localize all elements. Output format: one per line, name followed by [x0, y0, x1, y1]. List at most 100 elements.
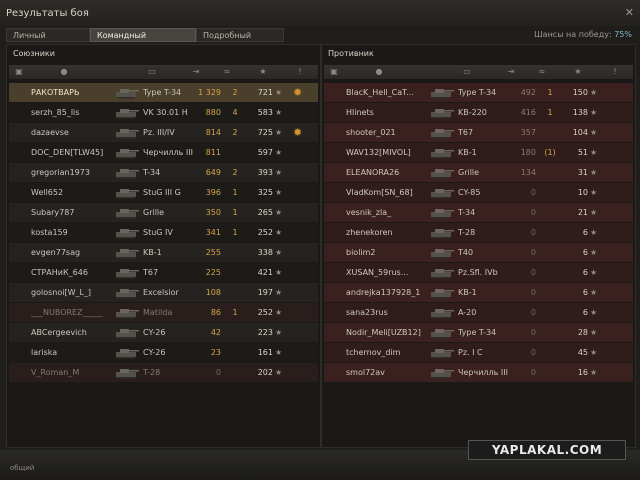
- player-name[interactable]: Subary787: [31, 203, 111, 222]
- xp-star-icon: ★: [275, 108, 283, 117]
- enemies-table-row[interactable]: tchernov_dim Pz. I C 0 45 ★: [324, 343, 633, 362]
- enemies-table-row[interactable]: Hlinets KB-220 416 1 138 ★: [324, 103, 633, 122]
- player-name[interactable]: kosta159: [31, 223, 111, 242]
- tank-icon[interactable]: ▭: [137, 65, 167, 79]
- medal-icon[interactable]: !: [293, 65, 307, 79]
- platoon-icon[interactable]: ▣: [324, 65, 344, 79]
- close-icon[interactable]: ✕: [625, 6, 634, 19]
- xp-star-icon: ★: [275, 288, 283, 297]
- tab-detailed-report[interactable]: Подробный отчёт: [196, 28, 284, 54]
- enemies-table-row[interactable]: shooter_021 T67 357 104 ★: [324, 123, 633, 142]
- enemies-table-row[interactable]: vesnik_zla_ T-34 0 21 ★: [324, 203, 633, 222]
- allies-table-row[interactable]: golosnoi[W_L_] Excelsior 108 197 ★: [9, 283, 318, 302]
- platoon-icon[interactable]: ▣: [9, 65, 29, 79]
- player-name[interactable]: dazaevse: [31, 123, 111, 142]
- player-name[interactable]: zhenekoren: [346, 223, 426, 242]
- xp-star-icon[interactable]: ★: [253, 65, 273, 79]
- allies-table-row[interactable]: РАКОТВАРЬ Type T-34 1 329 2 721 ★ ✹: [9, 83, 318, 102]
- tank-icon[interactable]: ▭: [452, 65, 482, 79]
- player-name[interactable]: Hlinets: [346, 103, 426, 122]
- enemies-table-row[interactable]: XUSAN_59rus... Pz.Sfl. IVb 0 6 ★: [324, 263, 633, 282]
- player-name[interactable]: Well652: [31, 183, 111, 202]
- enemies-table-row[interactable]: biolim2 T40 0 6 ★: [324, 243, 633, 262]
- player-name[interactable]: ABCergeevich: [31, 323, 111, 342]
- player-name[interactable]: VladKom[SN_68]: [346, 183, 426, 202]
- allies-table-row[interactable]: Well652 StuG III G 396 1 325 ★: [9, 183, 318, 202]
- player-name[interactable]: XUSAN_59rus...: [346, 263, 426, 282]
- player-name[interactable]: evgen77sag: [31, 243, 111, 262]
- kills-value: 1: [232, 228, 238, 237]
- allies-table-row[interactable]: evgen77sag KB-1 255 338 ★: [9, 243, 318, 262]
- player-name[interactable]: WAV132[MIVOL]: [346, 143, 426, 162]
- tab-team-result[interactable]: Командный результат: [90, 28, 196, 54]
- kills-value: 2: [232, 88, 238, 97]
- player-name[interactable]: vesnik_zla_: [346, 203, 426, 222]
- enemies-table-row[interactable]: zhenekoren T-28 0 6 ★: [324, 223, 633, 242]
- player-name[interactable]: biolim2: [346, 243, 426, 262]
- allies-table-row[interactable]: serzh_85_lis VK 30.01 H 880 4 583 ★: [9, 103, 318, 122]
- xp-star-icon: ★: [275, 228, 283, 237]
- medal-icon[interactable]: ✹: [293, 83, 305, 102]
- player-name[interactable]: gregorian1973: [31, 163, 111, 182]
- player-name[interactable]: serzh_85_lis: [31, 103, 111, 122]
- enemies-table-row[interactable]: sana23rus A-20 0 6 ★: [324, 303, 633, 322]
- medal-icon[interactable]: !: [608, 65, 622, 79]
- player-name[interactable]: sana23rus: [346, 303, 426, 322]
- xp-value: 21: [577, 208, 588, 217]
- player-name[interactable]: ELEANORA26: [346, 163, 426, 182]
- allies-table-row[interactable]: gregorian1973 T-34 649 2 393 ★: [9, 163, 318, 182]
- tab-personal-result[interactable]: Личный результат: [6, 28, 90, 54]
- enemies-table-row[interactable]: WAV132[MIVOL] KB-1 180 (1) 51 ★: [324, 143, 633, 162]
- enemies-table-row[interactable]: BlacK_Hell_CaT... Type T-34 492 1 150 ★: [324, 83, 633, 102]
- damage-value: 416: [520, 108, 536, 117]
- allies-table-row[interactable]: kosta159 StuG IV 341 1 252 ★: [9, 223, 318, 242]
- player-name[interactable]: smol72av: [346, 363, 426, 382]
- kills-icon[interactable]: ≈: [530, 65, 554, 79]
- allies-table-row[interactable]: СТРАНиК_646 T67 225 421 ★: [9, 263, 318, 282]
- enemies-table-row[interactable]: smol72av Черчилль III 0 16 ★: [324, 363, 633, 382]
- enemies-table-row[interactable]: VladKom[SN_68] CY-85 0 10 ★: [324, 183, 633, 202]
- xp-value: 10: [577, 188, 588, 197]
- kills-icon[interactable]: ≈: [215, 65, 239, 79]
- player-name[interactable]: DOC_DEN[TLW45]: [31, 143, 111, 162]
- player-name[interactable]: РАКОТВАРЬ: [31, 83, 111, 102]
- xp-star-icon: ★: [590, 128, 598, 137]
- player-name[interactable]: golosnoi[W_L_]: [31, 283, 111, 302]
- allies-table-row[interactable]: ___NUBOREZ_____ Matilda 86 1 252 ★: [9, 303, 318, 322]
- player-icon[interactable]: ●: [364, 65, 394, 79]
- enemies-table-row[interactable]: ELEANORA26 Grille 134 31 ★: [324, 163, 633, 182]
- enemies-table-row[interactable]: andrejka137928_1 KB-1 0 6 ★: [324, 283, 633, 302]
- xp-star-icon: ★: [275, 348, 283, 357]
- allies-table-row[interactable]: V_Roman_M T-28 0 202 ★: [9, 363, 318, 382]
- damage-icon[interactable]: ⇥: [185, 65, 207, 79]
- player-name[interactable]: СТРАНиК_646: [31, 263, 111, 282]
- xp-star-icon: ★: [590, 328, 598, 337]
- kills-value: [544, 223, 556, 242]
- watermark: YAPLAKAL.COM: [468, 440, 626, 460]
- kills-value: 4: [232, 108, 238, 117]
- player-name[interactable]: Nodir_Meli[UZB12]: [346, 323, 426, 342]
- xp-star-icon[interactable]: ★: [568, 65, 588, 79]
- allies-table-row[interactable]: DOC_DEN[TLW45] Черчилль III 811 597 ★: [9, 143, 318, 162]
- kills-value: [544, 343, 556, 362]
- enemies-table-row[interactable]: Nodir_Meli[UZB12] Type T-34 0 28 ★: [324, 323, 633, 342]
- allies-table-row[interactable]: dazaevse Pz. III/IV 814 2 725 ★ ✹: [9, 123, 318, 142]
- player-name[interactable]: lariska: [31, 343, 111, 362]
- medal-icon[interactable]: ✹: [293, 123, 305, 142]
- player-name[interactable]: shooter_021: [346, 123, 426, 142]
- allies-table-row[interactable]: Subary787 Grille 350 1 265 ★: [9, 203, 318, 222]
- player-name[interactable]: andrejka137928_1: [346, 283, 426, 302]
- player-name[interactable]: ___NUBOREZ_____: [31, 303, 111, 322]
- xp-value: 161: [257, 348, 273, 357]
- win-chance: Шансы на победу: 75%: [534, 30, 632, 39]
- player-name[interactable]: BlacK_Hell_CaT...: [346, 83, 426, 102]
- tank-icon: [114, 185, 140, 199]
- player-icon[interactable]: ●: [49, 65, 79, 79]
- allies-table-row[interactable]: ABCergeevich CY-26 42 223 ★: [9, 323, 318, 342]
- player-name[interactable]: tchernov_dim: [346, 343, 426, 362]
- allies-table-row[interactable]: lariska CY-26 23 161 ★: [9, 343, 318, 362]
- xp-value: 252: [257, 308, 273, 317]
- allies-title: Союзники: [13, 49, 55, 58]
- damage-icon[interactable]: ⇥: [500, 65, 522, 79]
- player-name[interactable]: V_Roman_M: [31, 363, 111, 382]
